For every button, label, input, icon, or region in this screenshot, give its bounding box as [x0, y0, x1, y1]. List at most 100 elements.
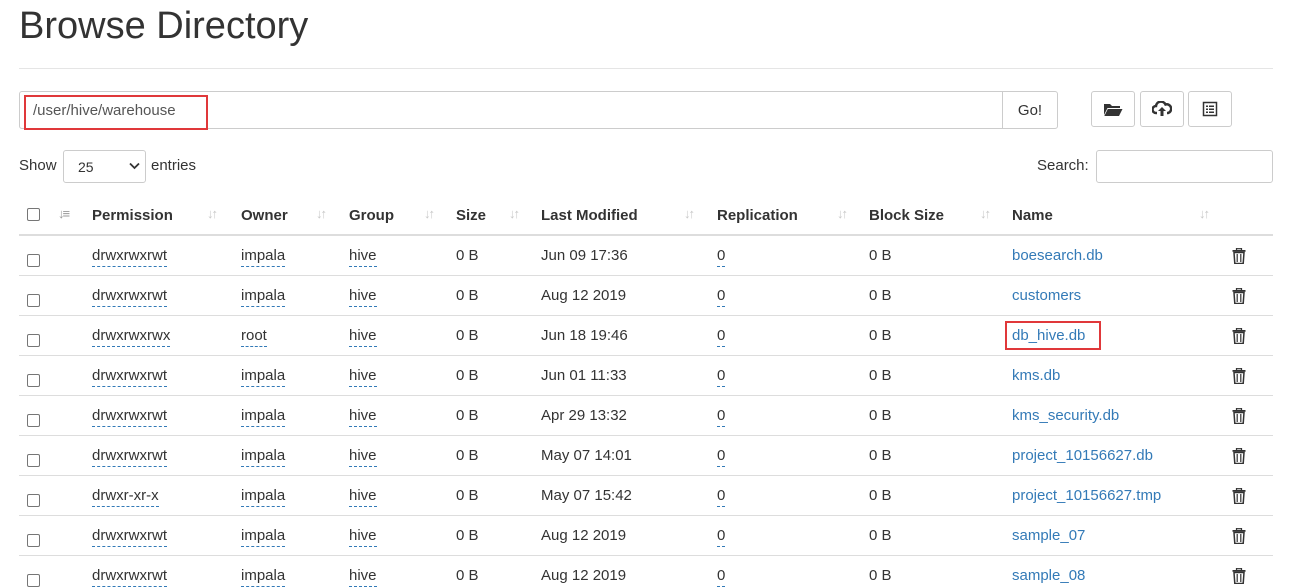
owner-cell[interactable]: impala — [241, 287, 286, 307]
group-cell[interactable]: hive — [349, 487, 377, 507]
row-checkbox[interactable] — [27, 454, 40, 467]
last-modified-cell: May 07 15:42 — [541, 487, 632, 504]
name-link[interactable]: project_10156627.tmp — [1012, 487, 1161, 505]
trash-icon[interactable] — [1232, 568, 1246, 584]
column-header-name[interactable]: Name — [1012, 207, 1053, 225]
block-size-cell: 0 B — [869, 407, 892, 424]
owner-cell[interactable]: impala — [241, 407, 286, 427]
group-cell[interactable]: hive — [349, 287, 377, 307]
column-header-block-size[interactable]: Block Size — [869, 207, 944, 225]
entries-per-page-select[interactable]: 25 — [63, 150, 146, 183]
replication-cell[interactable]: 0 — [717, 487, 726, 507]
trash-icon[interactable] — [1232, 448, 1246, 464]
block-size-cell: 0 B — [869, 487, 892, 504]
column-header-owner[interactable]: Owner — [241, 207, 288, 225]
permission-cell[interactable]: drwxr-xr-x — [92, 487, 159, 507]
name-link[interactable]: sample_07 — [1012, 527, 1085, 545]
replication-cell[interactable]: 0 — [717, 567, 726, 587]
sort-icon[interactable]: ↓↑ — [424, 205, 435, 223]
trash-icon[interactable] — [1232, 288, 1246, 304]
name-link[interactable]: kms.db — [1012, 367, 1060, 385]
last-modified-cell: Aug 12 2019 — [541, 287, 627, 304]
go-button[interactable]: Go! — [1002, 91, 1058, 129]
select-all-checkbox[interactable] — [27, 208, 40, 221]
entries-selected-value: 25 — [78, 158, 94, 175]
owner-cell[interactable]: impala — [241, 447, 286, 467]
group-cell[interactable]: hive — [349, 447, 377, 467]
owner-cell[interactable]: impala — [241, 367, 286, 387]
last-modified-cell: Aug 12 2019 — [541, 527, 627, 544]
replication-cell[interactable]: 0 — [717, 367, 726, 387]
path-input[interactable] — [19, 91, 1003, 129]
search-input[interactable] — [1096, 150, 1273, 183]
row-checkbox[interactable] — [27, 334, 40, 347]
block-size-cell: 0 B — [869, 247, 892, 264]
column-header-last-modified[interactable]: Last Modified — [541, 207, 638, 225]
row-checkbox[interactable] — [27, 494, 40, 507]
permission-cell[interactable]: drwxrwxrwt — [92, 567, 167, 587]
group-cell[interactable]: hive — [349, 327, 377, 347]
row-checkbox[interactable] — [27, 294, 40, 307]
group-cell[interactable]: hive — [349, 247, 377, 267]
size-cell: 0 B — [456, 367, 479, 384]
replication-cell[interactable]: 0 — [717, 407, 726, 427]
group-cell[interactable]: hive — [349, 407, 377, 427]
trash-icon[interactable] — [1232, 488, 1246, 504]
sort-icon[interactable]: ↓↑ — [980, 205, 991, 223]
replication-cell[interactable]: 0 — [717, 447, 726, 467]
row-checkbox[interactable] — [27, 414, 40, 427]
owner-cell[interactable]: impala — [241, 487, 286, 507]
replication-cell[interactable]: 0 — [717, 287, 726, 307]
create-directory-button[interactable] — [1091, 91, 1135, 127]
block-size-cell: 0 B — [869, 447, 892, 464]
column-header-size[interactable]: Size — [456, 207, 486, 225]
name-link[interactable]: kms_security.db — [1012, 407, 1119, 425]
owner-cell[interactable]: impala — [241, 567, 286, 587]
permission-cell[interactable]: drwxrwxrwt — [92, 247, 167, 267]
column-header-permission[interactable]: Permission — [92, 207, 173, 225]
column-header-group[interactable]: Group — [349, 207, 394, 225]
replication-cell[interactable]: 0 — [717, 327, 726, 347]
cut-paste-button[interactable] — [1188, 91, 1232, 127]
group-cell[interactable]: hive — [349, 527, 377, 547]
name-link[interactable]: customers — [1012, 287, 1081, 305]
trash-icon[interactable] — [1232, 328, 1246, 344]
row-checkbox[interactable] — [27, 534, 40, 547]
permission-cell[interactable]: drwxrwxrwt — [92, 407, 167, 427]
group-cell[interactable]: hive — [349, 567, 377, 587]
sort-icon[interactable]: ↓↑ — [684, 205, 695, 223]
sort-icon[interactable]: ↓↑ — [509, 205, 520, 223]
permission-cell[interactable]: drwxrwxrwt — [92, 527, 167, 547]
permission-cell[interactable]: drwxrwxrwt — [92, 447, 167, 467]
owner-cell[interactable]: impala — [241, 527, 286, 547]
row-checkbox[interactable] — [27, 574, 40, 587]
row-checkbox[interactable] — [27, 374, 40, 387]
sort-icon[interactable]: ↓↑ — [837, 205, 848, 223]
sort-icon[interactable]: ↓↑ — [1199, 205, 1210, 223]
name-link[interactable]: sample_08 — [1012, 567, 1085, 585]
column-header-replication[interactable]: Replication — [717, 207, 798, 225]
size-cell: 0 B — [456, 527, 479, 544]
block-size-cell: 0 B — [869, 367, 892, 384]
permission-cell[interactable]: drwxrwxrwx — [92, 327, 171, 347]
row-checkbox[interactable] — [27, 254, 40, 267]
owner-cell[interactable]: root — [241, 327, 267, 347]
show-label: Show — [19, 157, 57, 174]
permission-cell[interactable]: drwxrwxrwt — [92, 287, 167, 307]
name-link[interactable]: project_10156627.db — [1012, 447, 1153, 465]
sort-asc-icon[interactable]: ↓≡ — [58, 205, 70, 223]
name-link[interactable]: db_hive.db — [1012, 327, 1085, 345]
trash-icon[interactable] — [1232, 248, 1246, 264]
replication-cell[interactable]: 0 — [717, 527, 726, 547]
trash-icon[interactable] — [1232, 368, 1246, 384]
trash-icon[interactable] — [1232, 408, 1246, 424]
group-cell[interactable]: hive — [349, 367, 377, 387]
permission-cell[interactable]: drwxrwxrwt — [92, 367, 167, 387]
upload-files-button[interactable] — [1140, 91, 1184, 127]
sort-icon[interactable]: ↓↑ — [316, 205, 327, 223]
sort-icon[interactable]: ↓↑ — [207, 205, 218, 223]
owner-cell[interactable]: impala — [241, 247, 286, 267]
replication-cell[interactable]: 0 — [717, 247, 726, 267]
trash-icon[interactable] — [1232, 528, 1246, 544]
name-link[interactable]: boesearch.db — [1012, 247, 1103, 265]
